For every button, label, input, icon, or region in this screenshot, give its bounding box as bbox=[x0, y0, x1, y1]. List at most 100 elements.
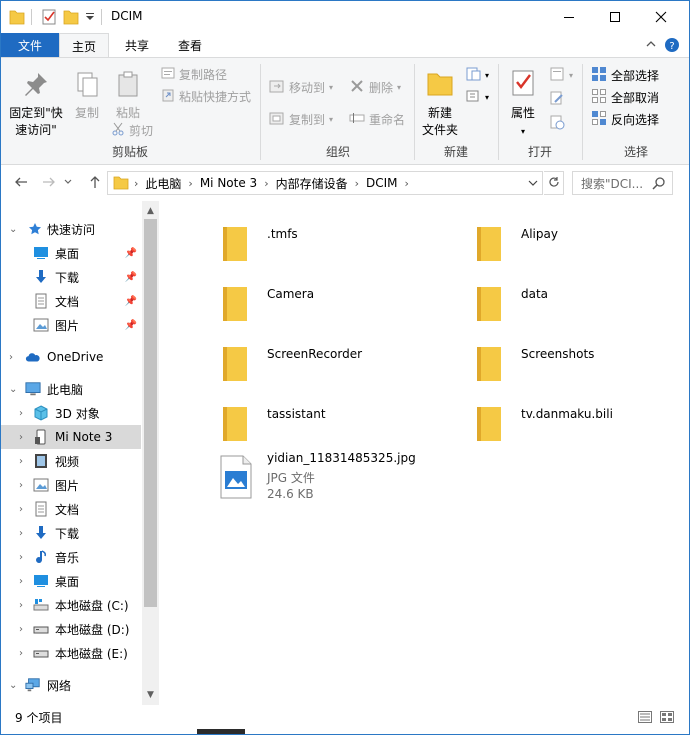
chevron-down-icon[interactable]: ⌄ bbox=[9, 224, 17, 235]
history-button[interactable] bbox=[549, 114, 565, 133]
chevron-right-icon[interactable]: › bbox=[19, 480, 23, 491]
scroll-up-icon[interactable]: ▲ bbox=[142, 203, 159, 219]
nav-network[interactable]: ⌄ 网络 bbox=[1, 673, 141, 697]
tab-share[interactable]: 共享 bbox=[113, 33, 161, 57]
search-box[interactable]: 搜索"DCI... bbox=[572, 171, 673, 195]
nav-pictures[interactable]: › 图片 bbox=[1, 473, 141, 497]
copy-path-button[interactable]: 复制路径 bbox=[161, 66, 227, 83]
nav-videos[interactable]: › 视频 bbox=[1, 449, 141, 473]
select-none-button[interactable]: 全部取消 bbox=[591, 88, 659, 107]
folder-item[interactable]: Alipay bbox=[413, 209, 653, 265]
pin-icon[interactable]: 📌 bbox=[125, 320, 137, 331]
paste-shortcut-button[interactable]: 粘贴快捷方式 bbox=[161, 88, 251, 105]
breadcrumb-dcim[interactable]: DCIM bbox=[364, 172, 400, 194]
invert-selection-button[interactable]: 反向选择 bbox=[591, 110, 659, 129]
nav-downloads-pinned[interactable]: 下载 📌 bbox=[1, 265, 141, 289]
chevron-right-icon[interactable]: › bbox=[19, 600, 23, 611]
minimize-button[interactable] bbox=[546, 1, 592, 33]
nav-this-pc[interactable]: ⌄ 此电脑 bbox=[1, 377, 141, 401]
chevron-right-icon[interactable]: › bbox=[19, 432, 23, 443]
nav-quick-access[interactable]: ⌄ 快速访问 bbox=[1, 217, 141, 241]
folder-item[interactable]: tassistant bbox=[159, 389, 399, 445]
tab-view[interactable]: 查看 bbox=[165, 33, 215, 57]
details-view-icon[interactable] bbox=[637, 709, 653, 725]
back-button[interactable] bbox=[11, 173, 31, 193]
delete-button[interactable]: 删除 ▾ bbox=[349, 78, 401, 97]
select-all-button[interactable]: 全部选择 bbox=[591, 66, 659, 85]
open-button[interactable]: ▾ bbox=[549, 66, 573, 85]
nav-onedrive[interactable]: › OneDrive bbox=[1, 345, 141, 369]
folder-item[interactable]: .tmfs bbox=[159, 209, 399, 265]
copy-to-button[interactable]: 复制到 ▾ bbox=[269, 110, 333, 129]
chevron-right-icon[interactable]: › bbox=[19, 552, 23, 563]
address-bar[interactable]: › 此电脑 › Mi Note 3 › 内部存储设备 › DCIM › bbox=[107, 171, 543, 195]
tab-home[interactable]: 主页 bbox=[59, 33, 109, 58]
nav-scrollbar[interactable]: ▲ ▼ bbox=[142, 201, 159, 705]
new-item-button[interactable]: ▾ bbox=[465, 66, 489, 85]
nav-mi-note-3[interactable]: › Mi Note 3 bbox=[1, 425, 141, 449]
move-to-button[interactable]: 移动到 ▾ bbox=[269, 78, 333, 97]
breadcrumb-separator[interactable]: › bbox=[183, 177, 197, 190]
properties-icon[interactable] bbox=[41, 7, 57, 27]
up-button[interactable] bbox=[85, 173, 105, 193]
chevron-right-icon[interactable]: › bbox=[19, 504, 23, 515]
tab-file[interactable]: 文件 bbox=[1, 33, 59, 57]
breadcrumb-separator[interactable]: › bbox=[400, 177, 414, 190]
chevron-right-icon[interactable]: › bbox=[19, 408, 23, 419]
large-icons-view-icon[interactable] bbox=[659, 709, 675, 725]
pin-icon[interactable]: 📌 bbox=[125, 296, 137, 307]
nav-pictures-pinned[interactable]: 图片 📌 bbox=[1, 313, 141, 337]
new-folder-button[interactable]: 新建 文件夹 bbox=[419, 68, 461, 139]
nav-music[interactable]: › 音乐 bbox=[1, 545, 141, 569]
chevron-right-icon[interactable]: › bbox=[19, 528, 23, 539]
chevron-right-icon[interactable]: › bbox=[19, 648, 23, 659]
scrollbar-thumb[interactable] bbox=[144, 219, 157, 607]
rename-button[interactable]: 重命名 bbox=[349, 110, 405, 129]
edit-button[interactable] bbox=[549, 90, 565, 109]
folder-item[interactable]: ScreenRecorder bbox=[159, 329, 399, 385]
copy-button[interactable]: 复制 bbox=[69, 70, 105, 122]
folder-item[interactable]: Camera bbox=[159, 269, 399, 325]
breadcrumb-separator[interactable]: › bbox=[259, 177, 273, 190]
folder-item[interactable]: Screenshots bbox=[413, 329, 653, 385]
folder-item[interactable]: data bbox=[413, 269, 653, 325]
chevron-right-icon[interactable]: › bbox=[19, 576, 23, 587]
pin-quick-access-button[interactable]: 固定到"快 速访问" bbox=[7, 70, 65, 139]
nav-desktop[interactable]: › 桌面 bbox=[1, 569, 141, 593]
recent-locations-button[interactable] bbox=[61, 173, 75, 193]
folder-item[interactable]: tv.danmaku.bili bbox=[413, 389, 653, 445]
chevron-right-icon[interactable]: › bbox=[9, 352, 13, 363]
pin-icon[interactable]: 📌 bbox=[125, 272, 137, 283]
nav-disk-c[interactable]: › 本地磁盘 (C:) bbox=[1, 593, 141, 617]
chevron-right-icon[interactable]: › bbox=[19, 624, 23, 635]
chevron-right-icon[interactable]: › bbox=[19, 456, 23, 467]
breadcrumb-separator[interactable]: › bbox=[350, 177, 364, 190]
breadcrumb-mi-note[interactable]: Mi Note 3 bbox=[198, 172, 259, 194]
new-folder-icon[interactable] bbox=[63, 7, 79, 27]
easy-access-button[interactable]: ▾ bbox=[465, 88, 489, 107]
nav-disk-d[interactable]: › 本地磁盘 (D:) bbox=[1, 617, 141, 641]
refresh-button[interactable] bbox=[544, 171, 564, 195]
breadcrumb-internal-storage[interactable]: 内部存储设备 bbox=[274, 172, 350, 194]
pin-icon[interactable]: 📌 bbox=[125, 248, 137, 259]
cut-button[interactable]: 剪切 bbox=[111, 122, 153, 139]
nav-disk-e[interactable]: › 本地磁盘 (E:) bbox=[1, 641, 141, 665]
nav-3d-objects[interactable]: › 3D 对象 bbox=[1, 401, 141, 425]
file-item[interactable]: yidian_11831485325.jpg JPG 文件 24.6 KB bbox=[159, 445, 416, 507]
help-icon[interactable]: ? bbox=[664, 37, 680, 56]
nav-documents-pinned[interactable]: 文档 📌 bbox=[1, 289, 141, 313]
address-history-dropdown[interactable] bbox=[528, 177, 538, 191]
maximize-button[interactable] bbox=[592, 1, 638, 33]
nav-documents[interactable]: › 文档 bbox=[1, 497, 141, 521]
chevron-down-icon[interactable]: ⌄ bbox=[9, 680, 17, 691]
breadcrumb-this-pc[interactable]: 此电脑 bbox=[143, 172, 183, 194]
paste-button[interactable]: 粘贴 bbox=[109, 70, 147, 122]
nav-downloads[interactable]: › 下载 bbox=[1, 521, 141, 545]
chevron-down-icon[interactable]: ⌄ bbox=[9, 384, 17, 395]
scroll-down-icon[interactable]: ▼ bbox=[142, 687, 159, 703]
close-button[interactable] bbox=[638, 1, 684, 33]
nav-desktop-pinned[interactable]: 桌面 📌 bbox=[1, 241, 141, 265]
forward-button[interactable] bbox=[39, 173, 59, 193]
dropdown-icon[interactable] bbox=[85, 11, 95, 31]
breadcrumb-separator[interactable]: › bbox=[129, 177, 143, 190]
